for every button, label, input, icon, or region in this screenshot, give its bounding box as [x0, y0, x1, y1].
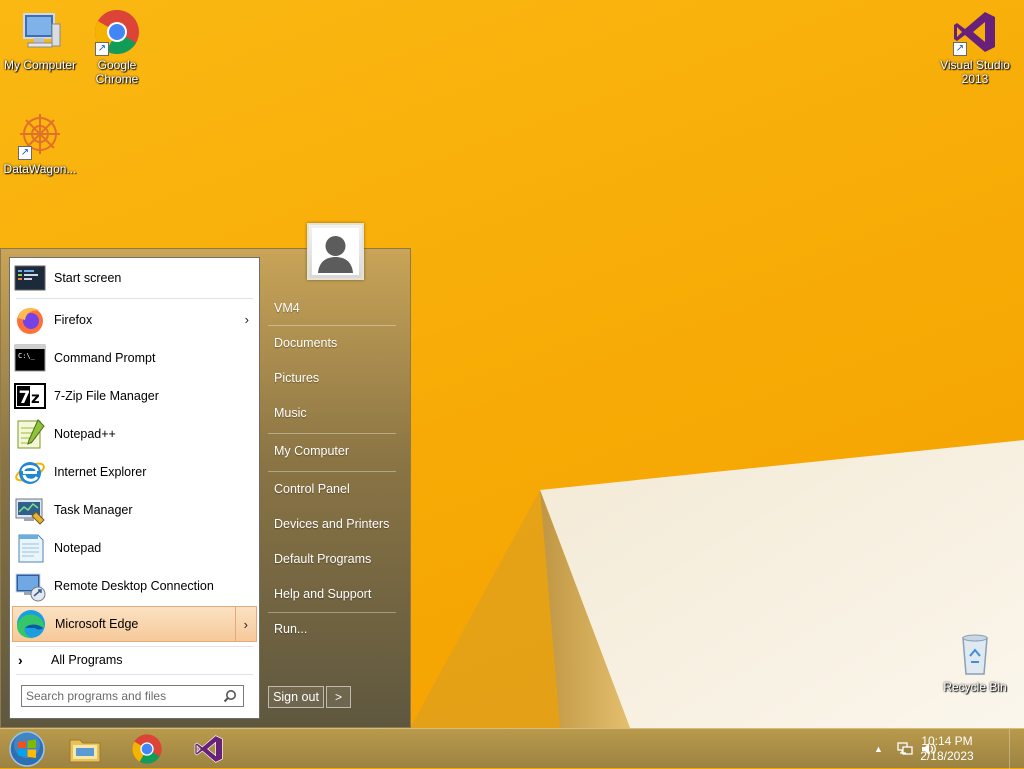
shortcut-arrow-icon: ↗	[953, 42, 967, 56]
start-link-documents[interactable]: Documents	[274, 336, 337, 350]
start-item-remote-desktop[interactable]: Remote Desktop Connection	[12, 568, 257, 604]
chevron-right-icon[interactable]: ›	[245, 312, 249, 327]
divider	[268, 612, 396, 613]
taskbar: ▲ 10:14 PM 2/18/2023	[0, 728, 1024, 769]
start-item-task-manager[interactable]: Task Manager	[12, 492, 257, 528]
start-link-my-computer[interactable]: My Computer	[274, 444, 349, 458]
shortcut-arrow-icon: ↗	[95, 42, 109, 56]
start-item-notepad[interactable]: Notepad	[12, 530, 257, 566]
desktop-icon-google-chrome[interactable]: ↗ Google Chrome	[78, 8, 156, 86]
remote-desktop-icon	[14, 570, 46, 602]
chevron-right-icon[interactable]: ›	[244, 617, 248, 632]
shutdown-options-button[interactable]: >	[326, 686, 351, 708]
show-hidden-icons-icon[interactable]: ▲	[874, 744, 888, 754]
start-link-user[interactable]: VM4	[274, 301, 300, 315]
start-item-label: Firefox	[54, 313, 93, 327]
user-avatar[interactable]	[307, 223, 364, 280]
divider	[16, 298, 253, 299]
task-manager-icon	[14, 494, 46, 526]
file-explorer-icon	[69, 739, 101, 763]
desktop-icon-visual-studio[interactable]: ↗ Visual Studio 2013	[936, 8, 1014, 86]
start-link-run[interactable]: Run...	[274, 622, 307, 636]
start-item-label: Remote Desktop Connection	[54, 579, 214, 593]
start-item-label: Notepad++	[54, 427, 116, 441]
desktop-icon-recycle-bin[interactable]: Recycle Bin	[936, 630, 1014, 694]
start-item-7zip[interactable]: 7 z 7-Zip File Manager	[12, 378, 257, 414]
show-desktop-button[interactable]	[1009, 729, 1024, 769]
taskbar-chrome[interactable]	[122, 731, 172, 767]
divider	[268, 433, 396, 434]
start-item-internet-explorer[interactable]: Internet Explorer	[12, 454, 257, 490]
search-box[interactable]	[21, 685, 244, 707]
svg-text:z: z	[31, 389, 40, 407]
internet-explorer-icon	[14, 456, 46, 488]
7zip-icon: 7 z	[14, 380, 46, 412]
start-item-start-screen[interactable]: Start screen	[12, 260, 257, 296]
divider	[16, 674, 253, 675]
computer-icon	[16, 8, 64, 56]
visual-studio-icon: ↗	[951, 8, 999, 56]
divider	[268, 471, 396, 472]
firefox-icon	[14, 304, 46, 336]
start-item-firefox[interactable]: Firefox ›	[12, 302, 257, 338]
start-menu-programs-pane: Start screen Firefox › C:\_ Command Prom…	[9, 257, 260, 719]
recycle-bin-icon	[951, 630, 999, 678]
datawagon-icon: ↗	[16, 112, 64, 160]
sign-out-button[interactable]: Sign out	[268, 686, 324, 708]
start-item-label: 7-Zip File Manager	[54, 389, 159, 403]
shortcut-arrow-icon: ↗	[18, 146, 32, 160]
start-link-help-and-support[interactable]: Help and Support	[274, 587, 371, 601]
start-link-default-programs[interactable]: Default Programs	[274, 552, 371, 566]
start-link-control-panel[interactable]: Control Panel	[274, 482, 350, 496]
search-input[interactable]	[26, 688, 212, 704]
start-item-label: Notepad	[54, 541, 102, 555]
start-link-music[interactable]: Music	[274, 406, 307, 420]
notepad-icon	[14, 532, 46, 564]
taskbar-visual-studio[interactable]	[184, 731, 234, 767]
start-screen-icon	[14, 262, 46, 294]
desktop-icon-label: Recycle Bin	[943, 680, 1007, 694]
chrome-icon	[132, 734, 162, 764]
start-item-microsoft-edge[interactable]: Microsoft Edge ›	[12, 606, 257, 642]
user-silhouette-icon	[312, 228, 359, 275]
desktop-icon-label: Google Chrome	[95, 58, 139, 86]
desktop-icon-datawagon[interactable]: ↗ DataWagon...	[1, 112, 79, 176]
chrome-icon: ↗	[93, 8, 141, 56]
desktop-icon-label: DataWagon...	[3, 162, 77, 176]
all-programs-button[interactable]: › All Programs	[12, 648, 257, 672]
visual-studio-icon	[194, 735, 223, 763]
command-prompt-icon: C:\_	[14, 342, 46, 374]
edge-icon	[15, 608, 47, 640]
start-item-label: Internet Explorer	[54, 465, 147, 479]
start-item-label: Start screen	[54, 271, 122, 285]
start-item-command-prompt[interactable]: C:\_ Command Prompt	[12, 340, 257, 376]
start-item-notepad-plus-plus[interactable]: Notepad++	[12, 416, 257, 452]
notepad-plus-plus-icon	[14, 418, 46, 450]
divider	[16, 646, 253, 647]
taskbar-file-explorer[interactable]	[60, 731, 110, 767]
start-item-label: Command Prompt	[54, 351, 156, 365]
all-programs-label: All Programs	[51, 653, 123, 667]
desktop-icon-my-computer[interactable]: My Computer	[1, 8, 79, 72]
start-orb-icon	[9, 731, 45, 767]
start-item-label: Microsoft Edge	[55, 617, 139, 631]
desktop-icon-label: Visual Studio 2013	[940, 58, 1010, 86]
search-icon[interactable]	[223, 689, 237, 703]
clock-date: 2/18/2023	[920, 749, 974, 763]
start-link-pictures[interactable]: Pictures	[274, 371, 319, 385]
svg-text:7: 7	[19, 388, 31, 408]
system-clock[interactable]: 10:14 PM 2/18/2023	[912, 734, 982, 764]
desktop-icon-label: My Computer	[3, 58, 77, 72]
divider	[268, 325, 396, 326]
start-link-devices-and-printers[interactable]: Devices and Printers	[274, 517, 389, 531]
chevron-right-icon: ›	[18, 652, 23, 668]
clock-time: 10:14 PM	[921, 734, 973, 748]
start-item-label: Task Manager	[54, 503, 133, 517]
start-button[interactable]	[2, 731, 52, 767]
svg-text:C:\_: C:\_	[18, 352, 36, 360]
